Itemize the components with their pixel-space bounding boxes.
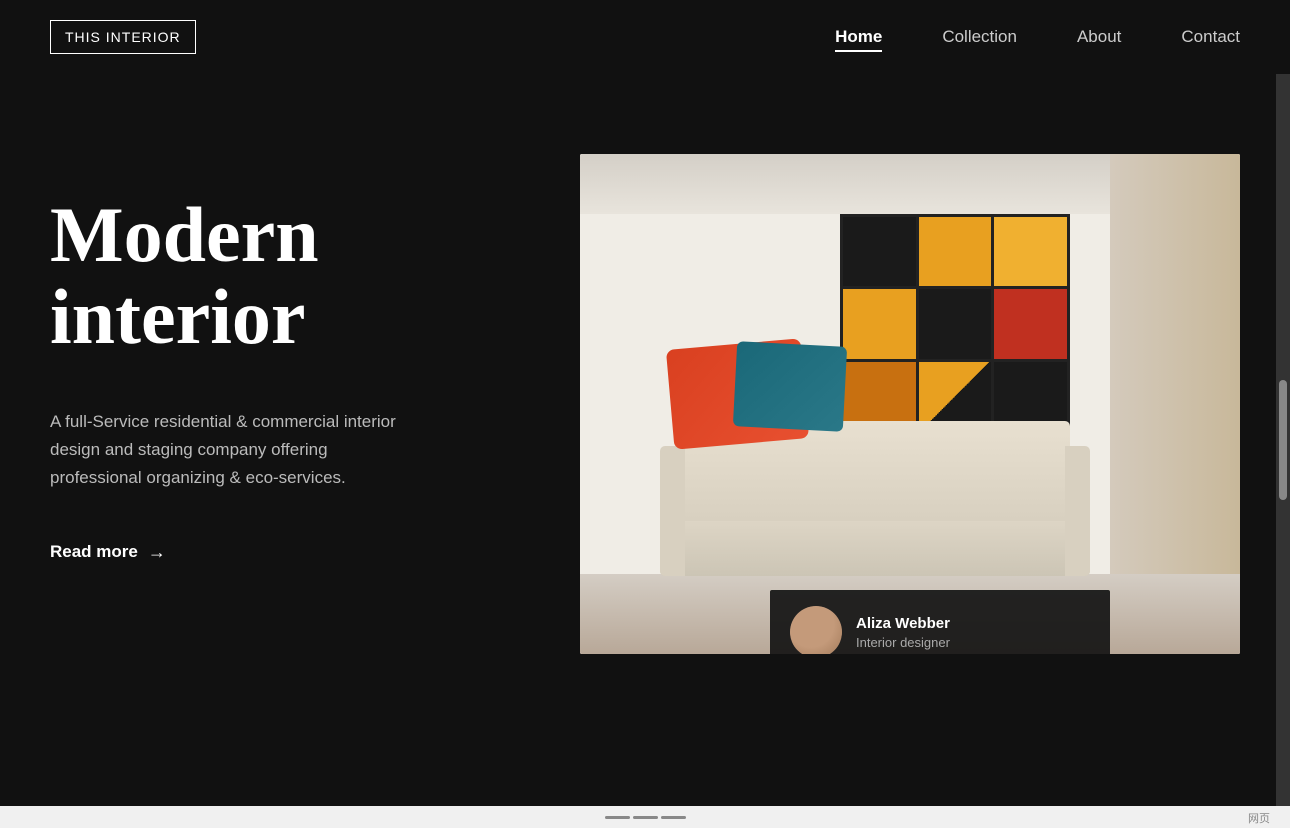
nav-item-home[interactable]: Home — [835, 27, 882, 47]
person-avatar — [790, 606, 842, 654]
avatar-face — [790, 606, 842, 654]
bottom-bar — [0, 806, 1290, 828]
room-image: Aliza Webber Interior designer — [580, 154, 1240, 654]
person-name: Aliza Webber — [856, 615, 950, 632]
person-info: Aliza Webber Interior designer — [856, 615, 950, 650]
sofa-seat — [660, 521, 1090, 576]
bar-line-1 — [605, 816, 630, 819]
nav-link-contact[interactable]: Contact — [1181, 27, 1240, 46]
art-cell-4 — [843, 289, 916, 358]
nav-item-about[interactable]: About — [1077, 27, 1121, 47]
sofa-arm-right — [1065, 446, 1090, 576]
art-cell-2 — [919, 217, 992, 286]
headline-line1: Modern — [50, 191, 319, 278]
nav-links: Home Collection About Contact — [835, 27, 1240, 47]
bar-line-3 — [661, 816, 686, 819]
art-cell-6 — [994, 289, 1067, 358]
nav-link-about[interactable]: About — [1077, 27, 1121, 46]
nav-link-collection[interactable]: Collection — [942, 27, 1017, 46]
bottom-bar-lines — [605, 816, 686, 819]
nav-item-collection[interactable]: Collection — [942, 27, 1017, 47]
art-cell-1 — [843, 217, 916, 286]
read-more-link[interactable]: Read more → — [50, 542, 480, 563]
nav-link-home[interactable]: Home — [835, 27, 882, 52]
headline-line2: interior — [50, 273, 306, 360]
nav-item-contact[interactable]: Contact — [1181, 27, 1240, 47]
read-more-text: Read more — [50, 542, 138, 562]
read-more-arrow: → — [148, 542, 166, 563]
art-cell-3 — [994, 217, 1067, 286]
hero-headline: Modern interior — [50, 194, 480, 358]
hero-description: A full-Service residential & commercial … — [50, 408, 400, 492]
logo[interactable]: THIS INTERIOR — [50, 20, 196, 54]
left-content: Modern interior A full-Service residenti… — [50, 154, 480, 563]
artwork — [840, 214, 1070, 434]
main-section: Modern interior A full-Service residenti… — [0, 74, 1290, 694]
navbar: THIS INTERIOR Home Collection About Cont… — [0, 0, 1290, 74]
bar-line-2 — [633, 816, 658, 819]
right-image-area: Aliza Webber Interior designer — [540, 154, 1240, 654]
browser-label: 网页 — [1248, 810, 1270, 826]
sofa-arm-left — [660, 446, 685, 576]
person-card: Aliza Webber Interior designer — [770, 590, 1110, 654]
pillow-teal — [733, 341, 847, 432]
person-title: Interior designer — [856, 635, 950, 650]
art-cell-5 — [919, 289, 992, 358]
